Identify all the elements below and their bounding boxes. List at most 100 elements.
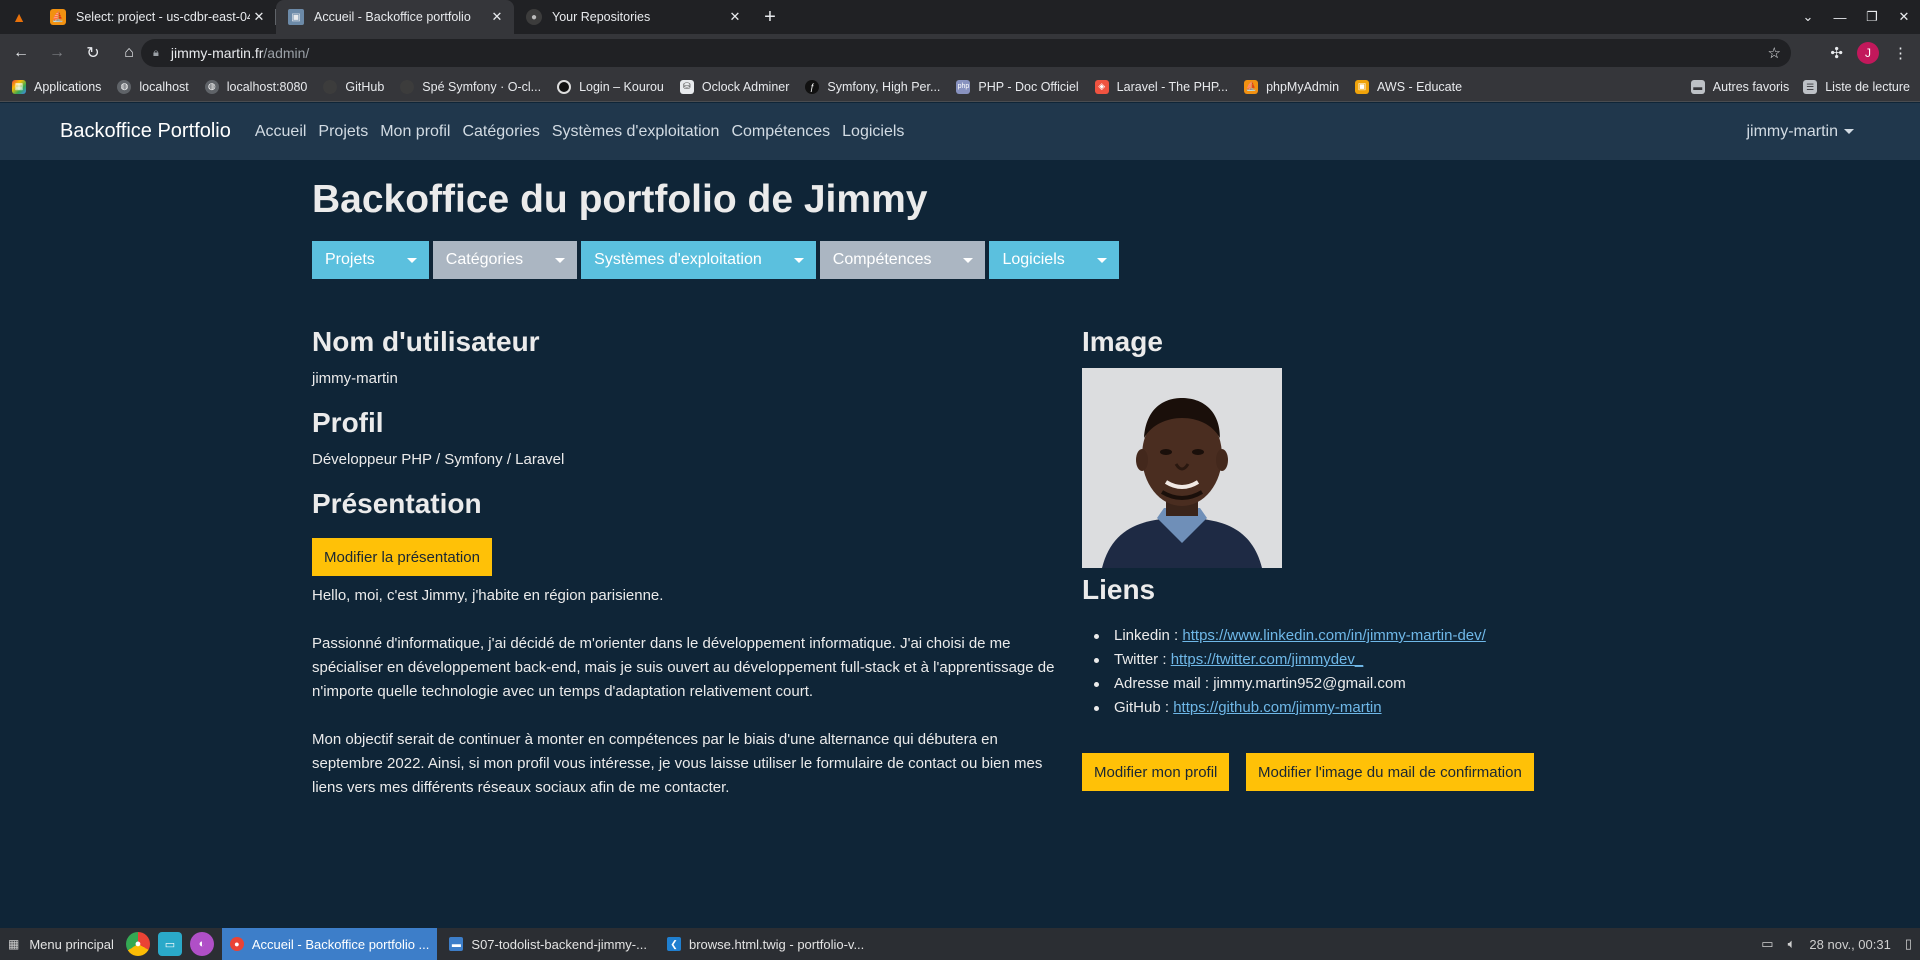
back-arrow-icon[interactable]: ← <box>6 38 36 68</box>
close-tab-icon[interactable]: ✕ <box>250 8 268 26</box>
caret-down-icon <box>1844 129 1854 134</box>
link-item-linkedin: Linkedin : https://www.linkedin.com/in/j… <box>1082 624 1486 648</box>
reload-icon[interactable]: ↻ <box>78 38 108 68</box>
profile-heading: Profil <box>312 407 384 438</box>
show-desktop-icon[interactable]: ▯ <box>1905 936 1912 952</box>
files-launcher-icon[interactable]: ▭ <box>157 932 182 956</box>
tab-search-icon[interactable]: ▲ <box>0 0 38 34</box>
user-menu-dropdown[interactable]: jimmy-martin <box>1746 103 1854 160</box>
image-heading: Image <box>1082 326 1163 357</box>
bookmark-applications[interactable]: ▦ Applications <box>12 79 101 94</box>
forward-arrow-icon[interactable]: → <box>42 38 72 68</box>
nav-link-mon-profil[interactable]: Mon profil <box>380 123 450 141</box>
browser-tab-backoffice[interactable]: ▣ Accueil - Backoffice portfolio ✕ <box>276 0 514 34</box>
nav-link-logiciels[interactable]: Logiciels <box>842 123 904 141</box>
caret-down-icon <box>1096 257 1107 263</box>
nav-link-categories[interactable]: Catégories <box>462 123 539 141</box>
nav-link-accueil[interactable]: Accueil <box>255 123 307 141</box>
bookmark-login-kourou[interactable]: Login – Kourou <box>557 79 664 94</box>
symfony-icon: ƒ <box>805 79 820 94</box>
nav-link-competences[interactable]: Compétences <box>731 123 830 141</box>
address-bar[interactable]: 🔒︎ jimmy-martin.fr/admin/ ☆ <box>141 39 1791 67</box>
vscode-launcher-icon[interactable]: ◐ <box>189 932 214 956</box>
bookmark-localhost-8080[interactable]: ◍ localhost:8080 <box>204 79 307 94</box>
new-tab-plus-icon[interactable]: + <box>752 0 788 34</box>
bookmark-phpmyadmin[interactable]: ⛵ phpMyAdmin <box>1244 79 1339 94</box>
reading-list-icon: ☰ <box>1803 80 1818 94</box>
browser-tab-bar: ▲ ⛵ Select: project - us-cdbr-east-04 ✕ … <box>0 0 1920 34</box>
tab-list-chevron-icon[interactable]: ⌄ <box>1792 9 1824 25</box>
taskbar-task-chrome[interactable]: ● Accueil - Backoffice portfolio ... <box>221 928 438 960</box>
globe-icon: ◍ <box>204 79 219 94</box>
edit-presentation-button[interactable]: Modifier la présentation <box>312 538 492 576</box>
apps-grid-icon: ▦ <box>12 79 26 94</box>
bookmark-laravel[interactable]: ◈ Laravel - The PHP... <box>1094 79 1228 94</box>
bookmark-localhost[interactable]: ◍ localhost <box>117 79 189 94</box>
dropdown-categories[interactable]: Catégories <box>432 241 578 279</box>
link-item-email: Adresse mail : jimmy.martin952@gmail.com <box>1082 672 1486 696</box>
close-window-icon[interactable]: ✕ <box>1888 9 1920 25</box>
dropdown-logiciels[interactable]: Logiciels <box>989 241 1119 279</box>
kourou-icon <box>557 79 572 94</box>
bookmark-other-favorites[interactable]: ▬ Autres favoris <box>1690 80 1789 94</box>
phpmyadmin-icon: ⛵ <box>50 9 66 25</box>
caret-down-icon <box>406 257 417 263</box>
address-path: /admin/ <box>263 45 310 61</box>
email-value: jimmy.martin952@gmail.com <box>1213 675 1406 692</box>
browser-tab-phpmyadmin[interactable]: ⛵ Select: project - us-cdbr-east-04 ✕ <box>38 0 276 34</box>
page-title: Backoffice du portfolio de Jimmy <box>312 178 928 221</box>
bookmark-oclock-adminer[interactable]: ⛁ Oclock Adminer <box>679 79 789 94</box>
bookmark-php-doc[interactable]: php PHP - Doc Officiel <box>956 79 1079 94</box>
links-heading: Liens <box>1082 574 1156 605</box>
volume-icon[interactable]: 🔈︎ <box>1788 936 1796 952</box>
dropdown-systemes[interactable]: Systèmes d'exploitation <box>581 241 816 279</box>
close-tab-icon[interactable]: ✕ <box>726 8 744 26</box>
linkedin-link[interactable]: https://www.linkedin.com/in/jimmy-martin… <box>1182 627 1485 644</box>
chrome-icon: ● <box>229 937 244 951</box>
edit-mail-image-button[interactable]: Modifier l'image du mail de confirmation <box>1246 753 1534 791</box>
github-link[interactable]: https://github.com/jimmy-martin <box>1173 699 1381 716</box>
bookmarks-bar: ▦ Applications ◍ localhost ◍ localhost:8080… <box>0 72 1920 102</box>
php-icon: php <box>956 79 971 94</box>
home-icon[interactable]: ⌂ <box>114 38 144 68</box>
network-icon[interactable]: ▭ <box>1761 936 1773 952</box>
close-tab-icon[interactable]: ✕ <box>488 8 506 26</box>
browser-tab-github[interactable]: ● Your Repositories ✕ <box>514 0 752 34</box>
dropdown-projets[interactable]: Projets <box>312 241 429 279</box>
nav-link-projets[interactable]: Projets <box>318 123 368 141</box>
phpmyadmin-icon: ⛵ <box>1244 79 1259 94</box>
lock-icon[interactable]: 🔒︎ <box>153 47 159 60</box>
profile-value: Développeur PHP / Symfony / Laravel <box>312 451 565 468</box>
twitter-link[interactable]: https://twitter.com/jimmydev_ <box>1171 651 1364 668</box>
taskbar-task-vscode[interactable]: ❮ browse.html.twig - portfolio-v... <box>659 928 872 960</box>
profile-avatar[interactable]: J <box>1857 42 1879 64</box>
bookmark-spe-symfony[interactable]: Spé Symfony · O-cl... <box>400 79 541 94</box>
apps-grid-icon: ▦ <box>8 937 20 951</box>
clock[interactable]: 28 nov., 00:31 <box>1809 937 1890 952</box>
github-icon <box>323 79 338 94</box>
bookmark-star-icon[interactable]: ☆ <box>1768 44 1781 62</box>
window-controls: ⌄ — ❐ ✕ <box>1792 0 1920 34</box>
presentation-paragraph-3: Mon objectif serait de continuer à monte… <box>312 731 1043 796</box>
bookmark-aws-educate[interactable]: ▣ AWS - Educate <box>1355 79 1462 94</box>
bookmark-symfony[interactable]: ƒ Symfony, High Per... <box>805 79 940 94</box>
oclock-icon <box>400 79 415 94</box>
link-item-github: GitHub : https://github.com/jimmy-martin <box>1082 696 1486 720</box>
taskbar-task-folder[interactable]: ▬ S07-todolist-backend-jimmy-... <box>441 928 655 960</box>
portrait-illustration <box>1082 368 1282 568</box>
bookmark-github[interactable]: GitHub <box>323 79 384 94</box>
os-taskbar: ▦ Menu principal ● ▭ ◐ ● Accueil - Backof… <box>0 928 1920 960</box>
minimize-icon[interactable]: — <box>1824 10 1856 25</box>
maximize-icon[interactable]: ❐ <box>1856 9 1888 25</box>
chrome-launcher-icon[interactable]: ● <box>125 932 150 956</box>
profile-photo <box>1082 368 1282 568</box>
menu-kebab-icon[interactable]: ⋮ <box>1893 44 1908 62</box>
dropdown-competences[interactable]: Compétences <box>819 241 986 279</box>
reading-list[interactable]: ☰ Liste de lecture <box>1803 80 1910 94</box>
extensions-puzzle-icon[interactable]: ✣ <box>1830 44 1843 62</box>
presentation-heading: Présentation <box>312 488 482 519</box>
edit-profile-button[interactable]: Modifier mon profil <box>1082 753 1230 791</box>
main-menu-button[interactable]: ▦ Menu principal <box>0 937 114 952</box>
nav-link-systemes[interactable]: Systèmes d'exploitation <box>552 123 720 141</box>
navbar-brand[interactable]: Backoffice Portfolio <box>60 120 231 143</box>
